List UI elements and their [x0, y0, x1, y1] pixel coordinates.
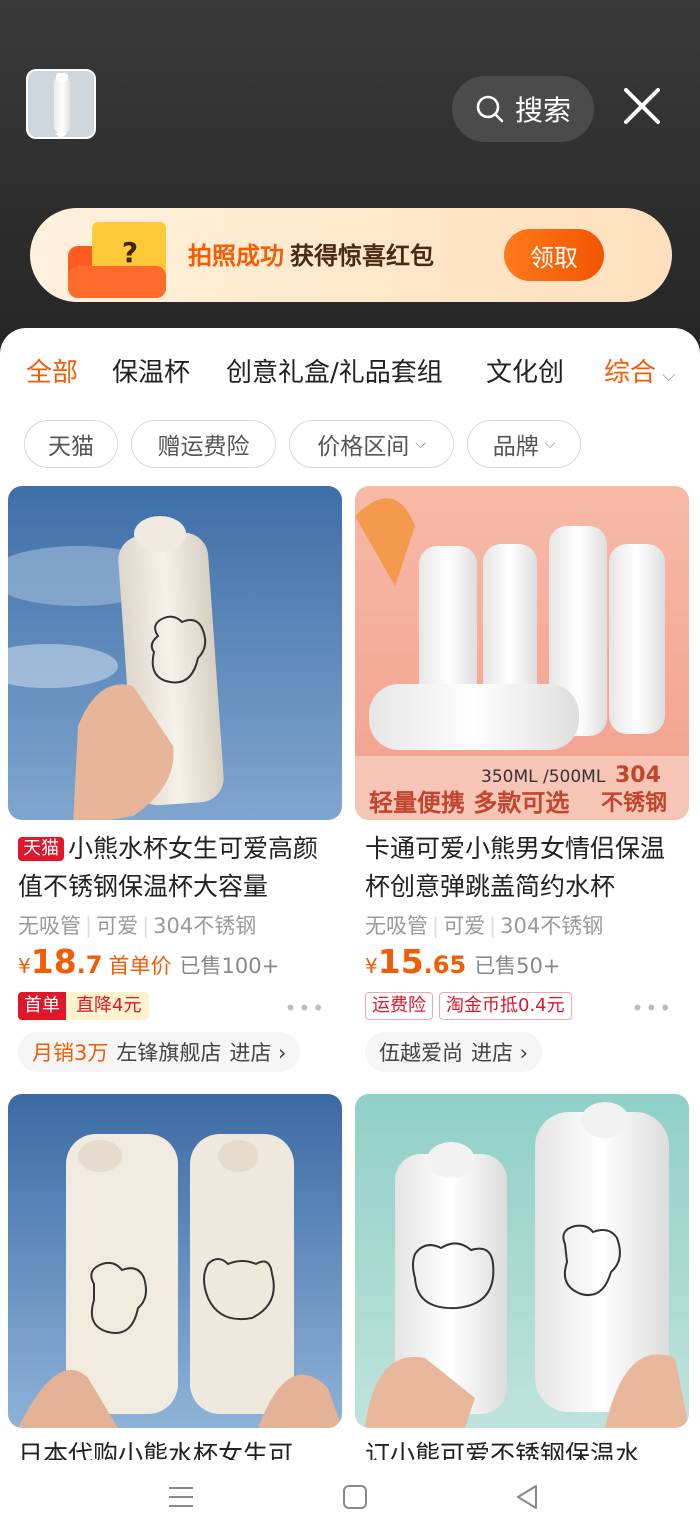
- shop-name: 伍越爱尚: [379, 1041, 463, 1065]
- system-nav-bar: [0, 1460, 700, 1540]
- claim-button[interactable]: 领取: [504, 229, 604, 281]
- price-integer: 15: [377, 942, 424, 981]
- shop-link[interactable]: 月销3万 左锋旗舰店 进店 ›: [18, 1032, 301, 1072]
- thermos-set-photo: 350ML /500ML 轻量便携 多款可选 304 不锈钢: [355, 486, 689, 820]
- banner-highlight: 拍照成功: [188, 242, 284, 270]
- product-image[interactable]: 350ML /500ML 轻量便携 多款可选 304 不锈钢: [355, 486, 689, 820]
- promo-tags: 首单 直降4元: [18, 992, 150, 1020]
- chevron-down-icon: ⌵: [662, 365, 676, 386]
- image-material-number: 304: [615, 763, 661, 788]
- tab-gift-box[interactable]: 创意礼盒/礼品套组: [226, 352, 443, 389]
- sort-dropdown[interactable]: 综合 ⌵: [590, 352, 676, 389]
- currency-symbol: ¥: [365, 954, 378, 978]
- image-capacity-text: 350ML /500ML: [481, 767, 606, 787]
- shop-link[interactable]: 伍越爱尚 进店 ›: [365, 1032, 543, 1072]
- thumbnail-cap: [56, 73, 68, 81]
- product-card[interactable]: [355, 1094, 689, 1434]
- attr: 无吸管: [18, 914, 81, 938]
- enter-shop: 进店 ›: [229, 1041, 287, 1065]
- attr: 可爱: [443, 914, 486, 938]
- category-tabs: 全部 保温杯 创意礼盒/礼品套组 文化创 综合 ⌵: [0, 348, 700, 398]
- attr: 无吸管: [365, 914, 428, 938]
- product-attributes: 无吸管 | 可爱 | 304不锈钢: [365, 914, 604, 938]
- filter-label: 价格区间: [317, 434, 410, 460]
- tmall-badge: 天猫: [18, 837, 64, 861]
- promo-tags: 运费险 淘金币抵0.4元: [365, 992, 572, 1020]
- close-icon[interactable]: [620, 84, 664, 128]
- two-white-thermos-photo: [355, 1094, 689, 1428]
- chevron-down-icon: ⌵: [544, 436, 556, 452]
- product-card[interactable]: 天猫 小熊水杯女生可爱高颜值不锈钢保温杯大容量 无吸管 | 可爱 | 304不锈钢 ¥18…: [8, 486, 342, 1086]
- product-title-cut[interactable]: 日本代购小熊水杯女生可: [18, 1438, 338, 1460]
- filter-brand[interactable]: 品牌 ⌵: [467, 420, 581, 468]
- two-thermos-photo: [8, 1094, 342, 1428]
- sort-label: 综合: [604, 358, 657, 388]
- shop-name: 左锋旗舰店: [116, 1041, 222, 1065]
- image-slogan-text: 轻量便携 多款可选: [369, 789, 569, 817]
- product-image[interactable]: [8, 486, 342, 820]
- product-price: ¥18.7 首单价 已售100+: [18, 942, 279, 981]
- tag-coin-discount: 淘金币抵0.4元: [439, 992, 572, 1020]
- bear-thermos-photo: [8, 486, 342, 820]
- filter-price-range[interactable]: 价格区间 ⌵: [289, 420, 454, 468]
- first-order-tag: 首单 直降4元: [18, 992, 150, 1020]
- search-button[interactable]: 搜索: [452, 76, 594, 142]
- back-icon[interactable]: [512, 1482, 542, 1512]
- product-attributes: 无吸管 | 可爱 | 304不锈钢: [18, 914, 257, 938]
- banner-text: 拍照成功 获得惊喜红包: [188, 236, 434, 271]
- chevron-down-icon: ⌵: [415, 436, 426, 452]
- price-note: 首单价: [108, 954, 172, 978]
- red-packet-banner[interactable]: ? 拍照成功 获得惊喜红包 领取: [30, 208, 672, 302]
- product-card[interactable]: [8, 1094, 342, 1434]
- red-envelope-icon: ?: [68, 222, 166, 298]
- home-icon[interactable]: [340, 1482, 370, 1512]
- banner-main-text: 获得惊喜红包: [290, 242, 434, 270]
- tab-cultural[interactable]: 文化创: [486, 352, 564, 389]
- product-image[interactable]: [355, 1094, 689, 1428]
- price-decimal: .7: [76, 951, 103, 979]
- attr: 可爱: [96, 914, 139, 938]
- search-icon: [476, 95, 504, 123]
- sold-count: 已售100+: [179, 954, 280, 978]
- enter-shop: 进店 ›: [471, 1041, 529, 1065]
- currency-symbol: ¥: [18, 954, 31, 978]
- product-title[interactable]: 卡通可爱小熊男女情侣保温杯创意弹跳盖简约水杯: [365, 830, 681, 906]
- filter-tmall[interactable]: 天猫: [24, 420, 118, 468]
- image-material-text: 不锈钢: [601, 790, 667, 816]
- product-price: ¥15.65 已售50+: [365, 942, 561, 981]
- envelope-question-mark: ?: [122, 236, 138, 269]
- more-options-icon[interactable]: •••: [632, 996, 673, 1020]
- tag-shipping-insurance: 运费险: [365, 992, 433, 1020]
- attr: 304不锈钢: [153, 914, 257, 938]
- monthly-sales: 月销3万: [32, 1041, 109, 1065]
- captured-photo-thumbnail[interactable]: [26, 69, 96, 139]
- filter-label: 赠运费险: [157, 434, 250, 460]
- sold-count: 已售50+: [474, 954, 561, 978]
- tag-first: 首单: [18, 992, 66, 1020]
- attr: 304不锈钢: [500, 914, 604, 938]
- product-title[interactable]: 天猫 小熊水杯女生可爱高颜值不锈钢保温杯大容量: [18, 830, 334, 906]
- tab-all[interactable]: 全部: [26, 352, 78, 389]
- search-label: 搜索: [514, 94, 571, 127]
- thumbnail-bottle: [54, 77, 70, 133]
- product-image[interactable]: [8, 1094, 342, 1428]
- results-sheet: 全部 保温杯 创意礼盒/礼品套组 文化创 综合 ⌵ 天猫 赠运费险 价格区间 ⌵ 品…: [0, 328, 700, 1540]
- filter-label: 品牌: [492, 434, 539, 460]
- menu-icon[interactable]: [166, 1482, 196, 1512]
- filter-label: 天猫: [48, 434, 94, 460]
- product-card[interactable]: 350ML /500ML 轻量便携 多款可选 304 不锈钢 卡通可爱小熊男女情…: [355, 486, 689, 1086]
- tag-price-drop: 直降4元: [66, 992, 150, 1020]
- price-integer: 18: [30, 942, 77, 981]
- tab-thermos[interactable]: 保温杯: [112, 352, 190, 389]
- price-decimal: .65: [423, 951, 467, 979]
- filter-shipping-insurance[interactable]: 赠运费险: [131, 420, 276, 468]
- product-title-cut[interactable]: 订小熊可爱不锈钢保温水: [365, 1438, 685, 1460]
- more-options-icon[interactable]: •••: [285, 996, 326, 1020]
